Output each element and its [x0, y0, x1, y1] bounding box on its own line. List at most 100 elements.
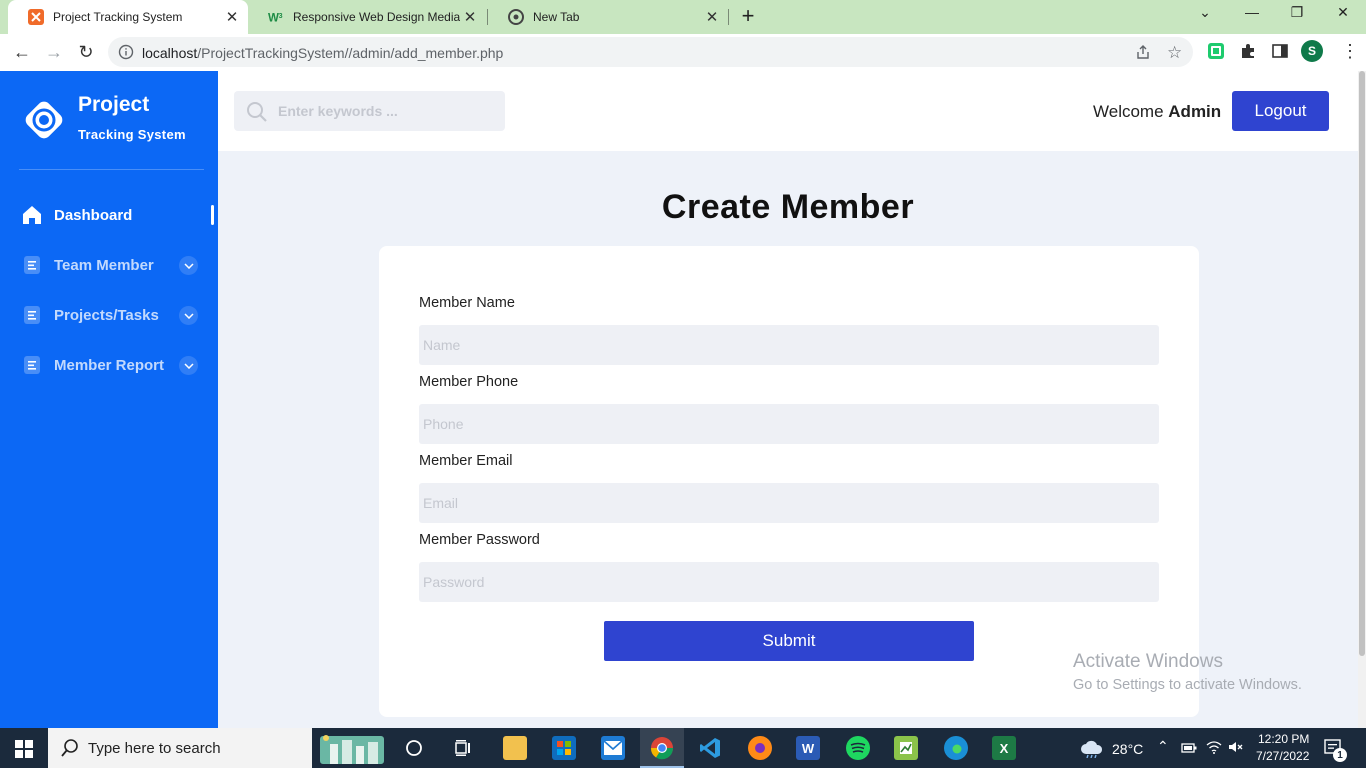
bookmark-star-icon[interactable]: ☆ — [1167, 43, 1182, 63]
home-icon — [22, 205, 42, 225]
search-input[interactable] — [278, 91, 498, 131]
tab-close-icon[interactable]: ✕ — [702, 8, 722, 26]
battery-icon[interactable] — [1181, 741, 1197, 759]
file-explorer-icon[interactable] — [503, 736, 527, 760]
taskbar-search-text: Type here to search — [88, 740, 221, 757]
sidebar-item-label: Projects/Tasks — [54, 306, 159, 324]
site-info-icon[interactable] — [118, 44, 134, 65]
clock-time[interactable]: 12:20 PM — [1258, 732, 1309, 746]
url-path: /ProjectTrackingSystem//admin/add_member… — [197, 45, 504, 61]
microsoft-store-icon[interactable] — [552, 736, 576, 760]
search-icon — [60, 738, 80, 758]
wifi-icon[interactable] — [1206, 740, 1222, 759]
side-panel-icon[interactable] — [1271, 42, 1291, 62]
firefox-icon[interactable] — [748, 736, 772, 760]
task-view-circle-icon[interactable] — [405, 739, 423, 762]
member-email-field[interactable] — [419, 483, 1159, 523]
watermark-subtitle: Go to Settings to activate Windows. — [1073, 677, 1302, 693]
edge-icon[interactable] — [944, 736, 968, 760]
share-icon[interactable] — [1135, 44, 1151, 65]
sidebar-item-label: Team Member — [54, 256, 154, 274]
weather-temperature: 28°C — [1112, 741, 1144, 757]
word-icon[interactable]: W — [796, 736, 820, 760]
sidebar-divider — [19, 169, 204, 170]
window-close-icon[interactable]: ✕ — [1328, 4, 1358, 21]
chrome-menu-icon[interactable]: ⋮ — [1341, 42, 1361, 62]
logout-button[interactable]: Logout — [1232, 91, 1329, 131]
member-password-label: Member Password — [419, 532, 540, 548]
page-scrollbar[interactable] — [1358, 71, 1366, 728]
member-name-label: Member Name — [419, 295, 515, 311]
restore-icon[interactable]: ❐ — [1282, 4, 1312, 21]
spotify-icon[interactable] — [846, 736, 870, 760]
notification-count-badge: 1 — [1333, 748, 1347, 762]
tab-close-icon[interactable]: ✕ — [460, 8, 480, 26]
forward-arrow-icon[interactable]: → — [42, 41, 66, 65]
sidebar-item-dashboard[interactable]: Dashboard — [0, 195, 218, 235]
chevron-down-icon[interactable] — [179, 356, 198, 375]
taskbar-search[interactable]: Type here to search — [48, 728, 384, 768]
windows-start-icon[interactable] — [15, 740, 33, 763]
url-text: localhost/ProjectTrackingSystem//admin/a… — [142, 45, 503, 61]
list-icon — [22, 305, 42, 325]
reload-icon[interactable]: ↻ — [74, 41, 98, 65]
member-phone-field[interactable] — [419, 404, 1159, 444]
app-logo-icon — [19, 95, 69, 145]
mail-icon[interactable] — [601, 736, 625, 760]
keyword-search[interactable] — [234, 91, 505, 131]
tab-project-tracking[interactable]: Project Tracking System ✕ — [8, 0, 248, 34]
weather-cloud-icon[interactable] — [1080, 738, 1104, 763]
svg-text:3: 3 — [279, 12, 283, 20]
extension-green-icon[interactable] — [1207, 42, 1227, 62]
profile-avatar[interactable]: S — [1301, 40, 1323, 62]
sidebar-item-projects-tasks[interactable]: Projects/Tasks — [0, 295, 218, 335]
sidebar: Project Tracking System Dashboard Team M… — [0, 71, 218, 728]
chevron-down-icon[interactable] — [179, 256, 198, 275]
tab-search-chevron-icon[interactable]: ⌄ — [1190, 4, 1220, 21]
new-tab-plus-icon[interactable]: + — [737, 5, 759, 29]
browser-toolbar: ← → ↻ localhost/ProjectTrackingSystem//a… — [0, 34, 1366, 71]
scrollbar-thumb[interactable] — [1359, 71, 1365, 656]
member-name-field[interactable] — [419, 325, 1159, 365]
extensions-puzzle-icon[interactable] — [1239, 42, 1259, 62]
welcome-message: Welcome Admin — [1093, 102, 1221, 122]
watermark-title: Activate Windows — [1073, 651, 1223, 672]
list-icon — [22, 255, 42, 275]
member-email-label: Member Email — [419, 453, 513, 469]
search-icon — [246, 101, 268, 123]
chevron-down-icon[interactable] — [179, 306, 198, 325]
chrome-taskbar-button[interactable] — [640, 728, 684, 768]
back-arrow-icon[interactable]: ← — [10, 41, 34, 65]
chrome-favicon-icon — [508, 9, 524, 25]
show-hidden-icons-chevron-icon[interactable]: ⌃ — [1157, 738, 1169, 755]
volume-muted-icon[interactable] — [1228, 740, 1244, 759]
tab-new-tab[interactable]: New Tab ✕ — [488, 0, 728, 34]
url-host: localhost — [142, 45, 198, 61]
sidebar-item-team-member[interactable]: Team Member — [0, 245, 218, 285]
submit-button[interactable]: Submit — [604, 621, 974, 661]
windows-taskbar: Type here to search W X 28°C ⌃ 12:20 PM … — [0, 728, 1366, 768]
tab-close-icon[interactable]: ✕ — [222, 8, 242, 26]
excel-icon[interactable]: X — [992, 736, 1016, 760]
task-view-icon[interactable] — [453, 739, 473, 762]
member-password-field[interactable] — [419, 562, 1159, 602]
page-title: Create Member — [661, 188, 915, 226]
minimize-icon[interactable]: — — [1237, 4, 1267, 20]
app-chart-icon[interactable] — [894, 736, 918, 760]
address-bar[interactable]: localhost/ProjectTrackingSystem//admin/a… — [108, 37, 1193, 67]
list-icon — [22, 355, 42, 375]
brand-subtitle: Tracking System — [78, 127, 186, 142]
clock-date[interactable]: 7/27/2022 — [1256, 749, 1309, 763]
sidebar-item-member-report[interactable]: Member Report — [0, 345, 218, 385]
sidebar-item-label: Dashboard — [54, 206, 133, 224]
member-phone-label: Member Phone — [419, 374, 519, 390]
brand-title: Project — [78, 93, 150, 116]
sidebar-item-label: Member Report — [54, 356, 165, 374]
tab-title: Project Tracking System — [53, 10, 183, 24]
w3schools-favicon-icon: W3 — [268, 9, 284, 25]
search-highlight-icon[interactable] — [316, 732, 388, 764]
tab-title: New Tab — [533, 10, 580, 24]
vscode-icon[interactable] — [698, 736, 722, 760]
welcome-username: Admin — [1168, 102, 1222, 121]
tab-responsive-web-design[interactable]: W3 Responsive Web Design Media Q ✕ — [248, 0, 486, 34]
